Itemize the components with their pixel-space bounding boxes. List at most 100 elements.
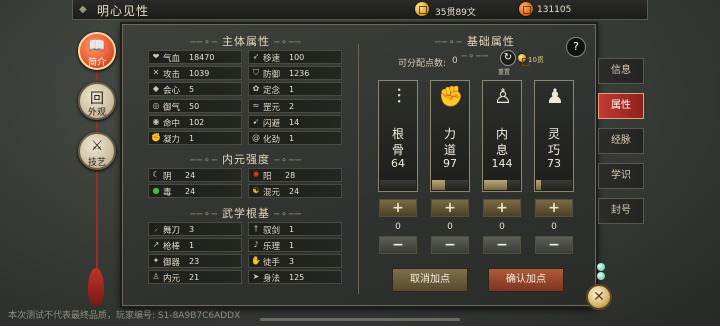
tab-4[interactable]: 封号 — [598, 198, 644, 224]
feather-icon: ➹ — [252, 116, 260, 126]
attr-cell: ↗ 枪棒 1 — [148, 238, 242, 252]
attr-value: 2 — [289, 101, 295, 111]
main-attrs-heading: ──⚬─ 主体属性 ─⚬── — [190, 35, 302, 48]
attr-card-name: 灵 — [547, 127, 560, 141]
attr-cell: ◆ 会心 5 — [148, 82, 242, 97]
footer-text: 本次测试不代表最终品质，玩家编号: S1-8A9B7C6ADDX — [8, 311, 241, 321]
attr-name: 混元 — [263, 188, 281, 198]
attr-value: 21 — [189, 273, 200, 282]
sun-icon: ✺ — [252, 170, 260, 179]
attr-value: 50 — [189, 101, 200, 111]
meditate-icon: ♙ — [152, 272, 160, 281]
attr-name: 驭剑 — [263, 226, 281, 236]
attr-value: 24 — [185, 171, 196, 180]
added-points: 0 — [499, 222, 505, 232]
tab-0[interactable]: 信息 — [598, 58, 644, 84]
attr-card-name: 巧 — [547, 143, 560, 157]
points-value: 0 — [452, 56, 458, 66]
attr-name: 阳 — [263, 172, 272, 182]
wave-icon: ≈ — [252, 100, 260, 110]
tab-2[interactable]: 经脉 — [598, 128, 644, 154]
attr-value: 28 — [285, 171, 296, 180]
attr-name: 徒手 — [263, 258, 281, 268]
attr-cell: ☯ 混元 24 — [248, 184, 342, 198]
attr-cell: ≈ 罡元 2 — [248, 98, 342, 113]
tab-3[interactable]: 学识 — [598, 163, 644, 189]
close-button[interactable]: ✕ — [586, 284, 612, 310]
poison-drop-icon: ● — [152, 186, 160, 195]
ornament-icon: ◆ — [79, 4, 87, 15]
coin-icon — [518, 54, 530, 66]
attr-name: 内元 — [163, 274, 181, 284]
top-bar: ◆ 明心见性 35贯89文 131105 — [72, 0, 648, 20]
remove-point-button[interactable]: − — [431, 236, 469, 254]
sword-icon: † — [254, 224, 258, 233]
attr-cell: ♙ 内元 21 — [148, 270, 242, 284]
bead-ornament — [596, 262, 606, 284]
confirm-points-button[interactable]: 确认加点 — [488, 268, 564, 292]
flute-icon: ♪ — [253, 240, 259, 249]
nav-label: 技艺 — [87, 158, 106, 168]
attr-cell: ✦ 御器 23 — [148, 254, 242, 268]
attr-value: 3 — [289, 257, 295, 266]
attr-name: 攻击 — [163, 70, 181, 81]
attr-progress-bar — [432, 180, 468, 190]
gold-coin-icon — [519, 2, 533, 16]
scrollbar[interactable] — [260, 318, 460, 321]
attr-value: 102 — [189, 117, 205, 127]
help-button[interactable]: ? — [566, 37, 586, 57]
heart-icon: ❤ — [152, 52, 160, 61]
coins-amount: 35贯89文 — [435, 8, 476, 18]
tab-1[interactable]: 属性 — [598, 93, 644, 119]
attr-card-name: 内 — [495, 127, 508, 141]
nav-profile[interactable]: 📖 简介 — [78, 32, 116, 70]
reset-label: 重置 — [498, 69, 511, 76]
attr-value: 18470 — [189, 53, 215, 62]
add-point-button[interactable]: + — [379, 199, 417, 217]
taiji-icon: ☯ — [252, 186, 260, 195]
attr-cell: ● 毒 24 — [148, 184, 242, 198]
hidden-weapon-icon: ✦ — [152, 256, 160, 265]
attr-name: 移速 — [263, 54, 281, 64]
attr-name: 御器 — [163, 258, 181, 268]
moon-icon: ☾ — [152, 170, 160, 179]
gem-icon: ◆ — [152, 84, 160, 94]
remove-point-button[interactable]: − — [379, 236, 417, 254]
nav-label: 外观 — [87, 108, 106, 118]
add-point-button[interactable]: + — [431, 199, 469, 217]
attr-name: 会心 — [163, 86, 181, 97]
attr-value: 100 — [289, 53, 305, 62]
nav-skills[interactable]: ⚔ 技艺 — [78, 132, 116, 170]
saber-icon: ⸝ — [154, 224, 158, 233]
attr-value: 24 — [185, 187, 196, 196]
book-icon: 📖 — [88, 38, 106, 54]
attr-cell: ✊ 凝力 1 — [148, 131, 242, 145]
add-point-button[interactable]: + — [535, 199, 573, 217]
attr-cell: ✕ 攻击 1039 — [148, 66, 242, 81]
nav-label: 简介 — [87, 58, 106, 68]
cross-swords-icon: ✕ — [152, 68, 160, 78]
swirl-icon: ◎ — [152, 100, 160, 110]
spiral-icon: @ — [252, 133, 260, 142]
attr-value: 1 — [289, 225, 295, 234]
attr-cell: ⸝ 舞刀 3 — [148, 222, 242, 236]
attr-cell: ◉ 命中 102 — [148, 114, 242, 129]
nav-appearance[interactable]: 回 外观 — [78, 82, 116, 120]
cancel-points-button[interactable]: 取消加点 — [392, 268, 468, 292]
attr-name: 乐理 — [263, 242, 281, 252]
copper-coin-icon — [415, 2, 429, 16]
attr-cell: ◎ 御气 50 — [148, 98, 242, 113]
reset-icon[interactable]: ↻ — [500, 50, 516, 66]
attr-value: 23 — [189, 257, 200, 266]
remove-point-button[interactable]: − — [483, 236, 521, 254]
attr-name: 舞刀 — [163, 226, 181, 236]
attr-cell: ✋ 徒手 3 — [248, 254, 342, 268]
attr-card: ♟ 灵巧 73 — [534, 80, 574, 192]
attr-card: ✊ 力道 97 — [430, 80, 470, 192]
added-points: 0 — [395, 222, 401, 232]
attr-cell: ➶ 移速 100 — [248, 50, 342, 64]
add-point-button[interactable]: + — [483, 199, 521, 217]
gold-amount: 131105 — [537, 5, 572, 15]
remove-point-button[interactable]: − — [535, 236, 573, 254]
attr-progress-bar — [484, 180, 520, 190]
